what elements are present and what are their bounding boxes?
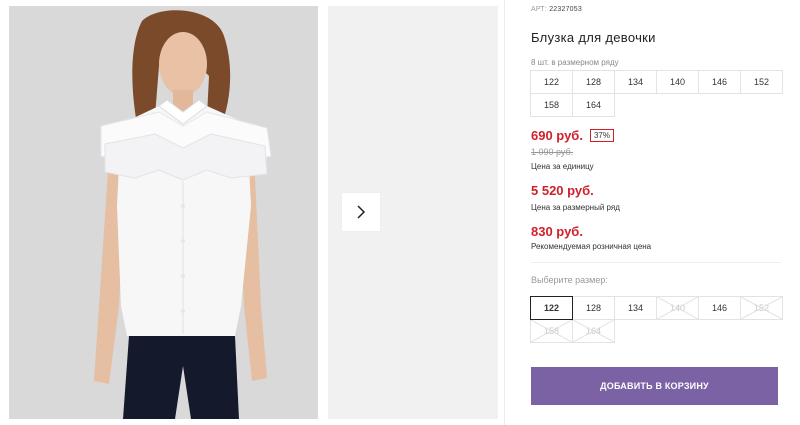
unavailable-cross-icon: [573, 320, 614, 342]
old-price: 1 090 руб.: [531, 147, 574, 157]
pack-size: 146: [698, 70, 741, 94]
size-option-134[interactable]: 134: [614, 296, 657, 320]
size-option-122[interactable]: 122: [530, 296, 573, 320]
size-picker-label: Выберите размер:: [531, 275, 608, 285]
size-option-label: 128: [585, 303, 602, 313]
size-option-label: 134: [627, 303, 644, 313]
size-option-128[interactable]: 128: [572, 296, 615, 320]
pack-size: 158: [530, 93, 573, 117]
chevron-right-icon: [357, 205, 366, 219]
product-gallery: [0, 0, 505, 425]
set-price: 5 520 руб.: [531, 183, 594, 198]
pack-size: 134: [614, 70, 657, 94]
article-number: АРТ: 22327053: [531, 6, 582, 13]
product-title: Блузка для девочки: [531, 30, 656, 45]
size-option-158: 158: [530, 319, 573, 343]
gallery-next-button[interactable]: [342, 193, 380, 231]
pack-size: 140: [656, 70, 699, 94]
price-row: 690 руб. 37%: [531, 128, 614, 143]
unavailable-cross-icon: [657, 297, 698, 319]
section-divider: [531, 262, 781, 263]
unavailable-cross-icon: [531, 320, 572, 342]
size-option-label: 146: [711, 303, 728, 313]
article-value: 22327053: [549, 6, 582, 13]
product-photo[interactable]: [9, 6, 318, 419]
pack-size: 164: [572, 93, 615, 117]
size-option-label: 122: [543, 303, 560, 313]
pack-sizes-grid: 122 128 134 140 146 152 158 164: [530, 70, 783, 117]
size-option-164: 164: [572, 319, 615, 343]
rrp-price: 830 руб.: [531, 224, 583, 239]
add-to-cart-button[interactable]: ДОБАВИТЬ В КОРЗИНУ: [531, 367, 778, 405]
rrp-caption: Рекомендуемая розничная цена: [531, 242, 652, 251]
size-option-152: 152: [740, 296, 783, 320]
gallery-divider: [504, 0, 505, 425]
pack-label: 8 шт. в размерном ряду: [531, 58, 619, 67]
size-option-146[interactable]: 146: [698, 296, 741, 320]
size-option-140: 140: [656, 296, 699, 320]
product-photo-illustration: [9, 6, 318, 419]
article-prefix: АРТ:: [531, 6, 548, 13]
unit-price-caption: Цена за единицу: [531, 162, 594, 171]
set-price-caption: Цена за размерный ряд: [531, 203, 620, 212]
size-picker-grid: 122 128 134 140 146 152 158164: [530, 296, 783, 343]
discount-badge: 37%: [589, 129, 614, 142]
unavailable-cross-icon: [741, 297, 782, 319]
current-price: 690 руб.: [531, 128, 583, 143]
pack-size: 128: [572, 70, 615, 94]
pack-size: 152: [740, 70, 783, 94]
pack-size: 122: [530, 70, 573, 94]
